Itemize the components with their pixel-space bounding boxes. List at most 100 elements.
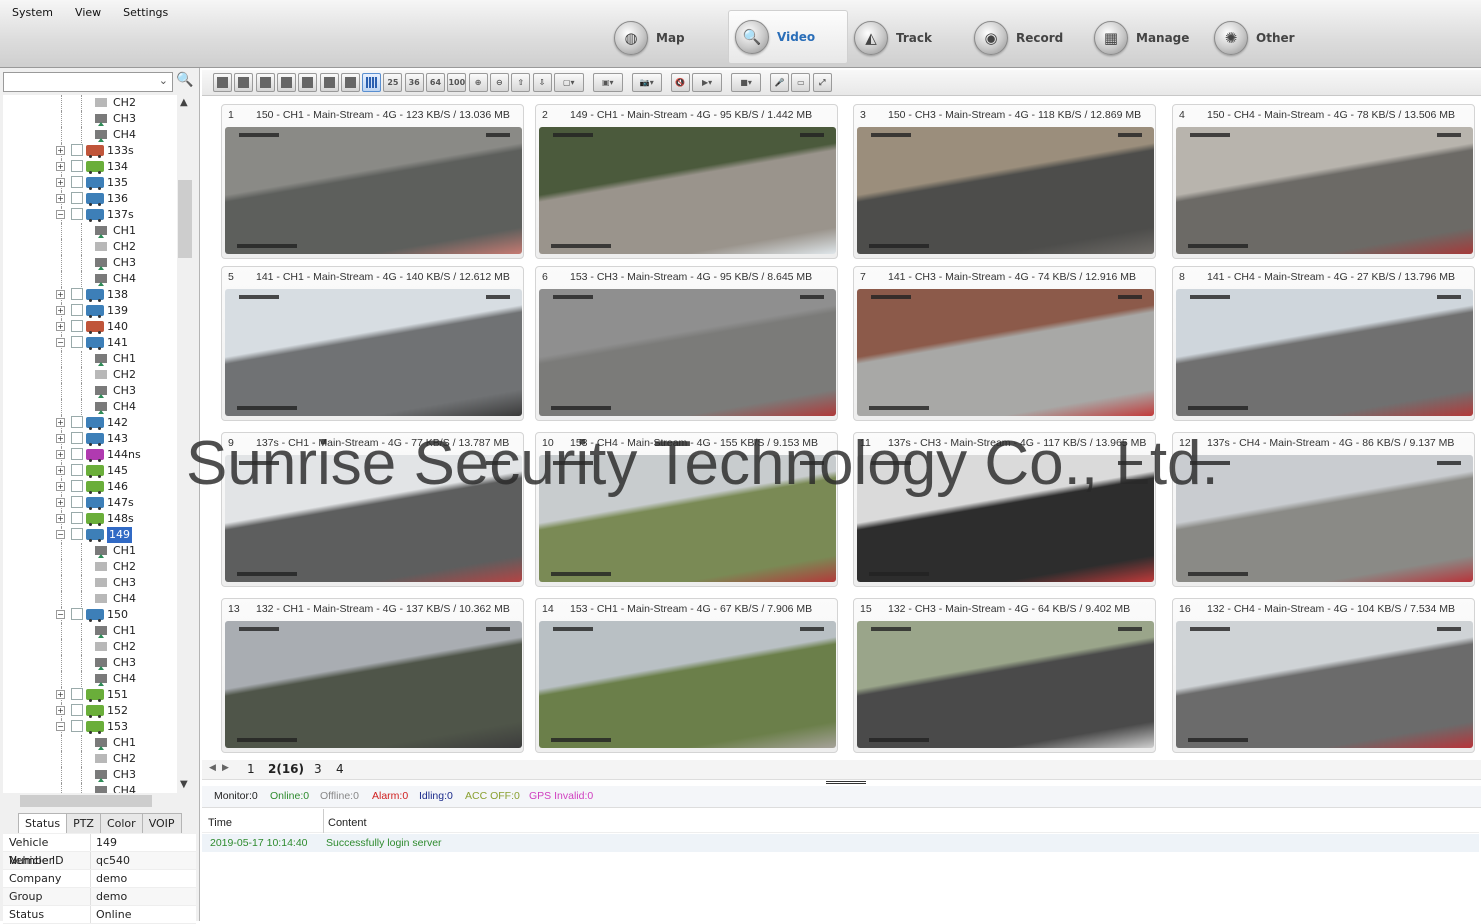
tree-vehicle-node[interactable]: + 139 [3, 303, 177, 319]
video-tile[interactable]: 6 153 - CH3 - Main-Stream - 4G - 95 KB/S … [535, 266, 838, 421]
video-tile[interactable]: 10 153 - CH4 - Main-Stream - 4G - 155 KB/… [535, 432, 838, 587]
panel-tab-status[interactable]: Status [18, 813, 68, 833]
video-feed[interactable] [1176, 621, 1473, 748]
expand-icon[interactable]: + [56, 178, 65, 187]
video-tile[interactable]: 3 150 - CH3 - Main-Stream - 4G - 118 KB/S… [853, 104, 1156, 259]
module-tab-track[interactable]: ◭ Track [848, 10, 968, 66]
tree-vehicle-node[interactable]: + 140 [3, 319, 177, 335]
tree-channel-node[interactable]: CH4 [3, 271, 177, 287]
vehicle-checkbox[interactable] [71, 144, 83, 156]
vehicle-checkbox[interactable] [71, 464, 83, 476]
video-feed[interactable] [539, 127, 836, 254]
layout-25-button[interactable]: 25 [383, 73, 403, 92]
vehicle-checkbox[interactable] [71, 336, 83, 348]
chevron-down-icon[interactable]: ⌄ [159, 74, 168, 87]
collapse-icon[interactable]: − [56, 610, 65, 619]
layout-2-button[interactable] [234, 73, 254, 92]
video-feed[interactable] [539, 455, 836, 582]
tree-vehicle-node[interactable]: + 134 [3, 159, 177, 175]
layout-100-button[interactable]: 100 [447, 73, 467, 92]
zoom-out-button[interactable]: ⊖ [489, 73, 509, 92]
vehicle-checkbox[interactable] [71, 176, 83, 188]
fullscreen-button[interactable]: ⤢ [812, 73, 832, 92]
panel-tab-color[interactable]: Color [99, 813, 143, 833]
stream-dropdown[interactable]: ▢▾ [553, 73, 584, 92]
panel-splitter[interactable] [826, 781, 866, 784]
expand-icon[interactable]: + [56, 306, 65, 315]
video-feed[interactable] [857, 455, 1154, 582]
vehicle-checkbox[interactable] [71, 288, 83, 300]
video-tile[interactable]: 12 137s - CH4 - Main-Stream - 4G - 86 KB/… [1172, 432, 1475, 587]
expand-icon[interactable]: + [56, 450, 65, 459]
video-feed[interactable] [857, 621, 1154, 748]
tree-vehicle-node[interactable]: + 144ns [3, 447, 177, 463]
collapse-icon[interactable]: − [56, 210, 65, 219]
video-feed[interactable] [1176, 455, 1473, 582]
expand-icon[interactable]: + [56, 418, 65, 427]
tree-vehicle-node[interactable]: + 142 [3, 415, 177, 431]
module-tab-record[interactable]: ◉ Record [968, 10, 1088, 66]
tree-channel-node[interactable]: CH2 [3, 639, 177, 655]
tree-channel-node[interactable]: CH4 [3, 399, 177, 415]
scroll-up-icon[interactable]: ▲ [180, 97, 188, 108]
tree-channel-node[interactable]: CH2 [3, 559, 177, 575]
column-time[interactable]: Time [208, 817, 232, 829]
next-page-arrow-icon[interactable]: ▶ [222, 763, 229, 773]
tree-channel-node[interactable]: CH3 [3, 767, 177, 783]
tree-vehicle-node[interactable]: + 135 [3, 175, 177, 191]
page-tab-3[interactable]: 3 [314, 762, 322, 776]
vehicle-search-input[interactable]: ⌄ [3, 72, 173, 92]
video-tile[interactable]: 11 137s - CH3 - Main-Stream - 4G - 117 KB… [853, 432, 1156, 587]
layout-8-button[interactable] [298, 73, 318, 92]
video-tile[interactable]: 14 153 - CH1 - Main-Stream - 4G - 67 KB/S… [535, 598, 838, 753]
video-feed[interactable] [539, 289, 836, 416]
vehicle-checkbox[interactable] [71, 496, 83, 508]
layout-1-button[interactable] [213, 73, 232, 92]
module-tab-other[interactable]: ✺ Other [1208, 10, 1328, 66]
video-feed[interactable] [225, 621, 522, 748]
tree-channel-node[interactable]: CH3 [3, 655, 177, 671]
tree-vehicle-node[interactable]: + 147s [3, 495, 177, 511]
page-tab-1[interactable]: 1 [247, 762, 255, 776]
collapse-icon[interactable]: − [56, 722, 65, 731]
tree-channel-node[interactable]: CH1 [3, 543, 177, 559]
expand-icon[interactable]: + [56, 322, 65, 331]
talk-button[interactable]: 🎤 [770, 73, 790, 92]
tree-channel-node[interactable]: CH2 [3, 239, 177, 255]
expand-icon[interactable]: + [56, 706, 65, 715]
layout-6-button[interactable] [276, 73, 296, 92]
panel-tab-ptz[interactable]: PTZ [66, 813, 101, 833]
video-feed[interactable] [857, 127, 1154, 254]
vehicle-checkbox[interactable] [71, 688, 83, 700]
menu-view[interactable]: View [69, 4, 107, 21]
video-tile[interactable]: 7 141 - CH3 - Main-Stream - 4G - 74 KB/S … [853, 266, 1156, 421]
tree-channel-node[interactable]: CH1 [3, 223, 177, 239]
video-feed[interactable] [1176, 127, 1473, 254]
collapse-icon[interactable]: − [56, 338, 65, 347]
expand-icon[interactable]: + [56, 690, 65, 699]
video-tile[interactable]: 2 149 - CH1 - Main-Stream - 4G - 95 KB/S … [535, 104, 838, 259]
column-content[interactable]: Content [328, 817, 367, 829]
prev-page-arrow-icon[interactable]: ◀ [209, 763, 216, 773]
horizontal-scrollbar[interactable] [20, 795, 152, 807]
zoom-in-button[interactable]: ⊕ [468, 73, 488, 92]
module-tab-map[interactable]: ◍ Map [608, 10, 728, 66]
video-tile[interactable]: 16 132 - CH4 - Main-Stream - 4G - 104 KB/… [1172, 598, 1475, 753]
stop-dropdown[interactable]: ■▾ [731, 73, 762, 92]
tree-channel-node[interactable]: CH3 [3, 575, 177, 591]
video-tile[interactable]: 1 150 - CH1 - Main-Stream - 4G - 123 KB/S… [221, 104, 524, 259]
video-feed[interactable] [225, 289, 522, 416]
tree-channel-node[interactable]: CH4 [3, 783, 177, 793]
expand-icon[interactable]: + [56, 434, 65, 443]
mute-button[interactable]: 🔇 [670, 73, 690, 92]
tree-vehicle-node[interactable]: + 143 [3, 431, 177, 447]
scroll-down-icon[interactable]: ▼ [180, 779, 188, 790]
tree-channel-node[interactable]: CH3 [3, 111, 177, 127]
tree-vehicle-node[interactable]: − 137s [3, 207, 177, 223]
video-tile[interactable]: 5 141 - CH1 - Main-Stream - 4G - 140 KB/S… [221, 266, 524, 421]
window-dropdown[interactable]: ▣▾ [592, 73, 623, 92]
tree-vehicle-node[interactable]: + 145 [3, 463, 177, 479]
video-tile[interactable]: 13 132 - CH1 - Main-Stream - 4G - 137 KB/… [221, 598, 524, 753]
vehicle-checkbox[interactable] [71, 160, 83, 172]
video-feed[interactable] [1176, 289, 1473, 416]
